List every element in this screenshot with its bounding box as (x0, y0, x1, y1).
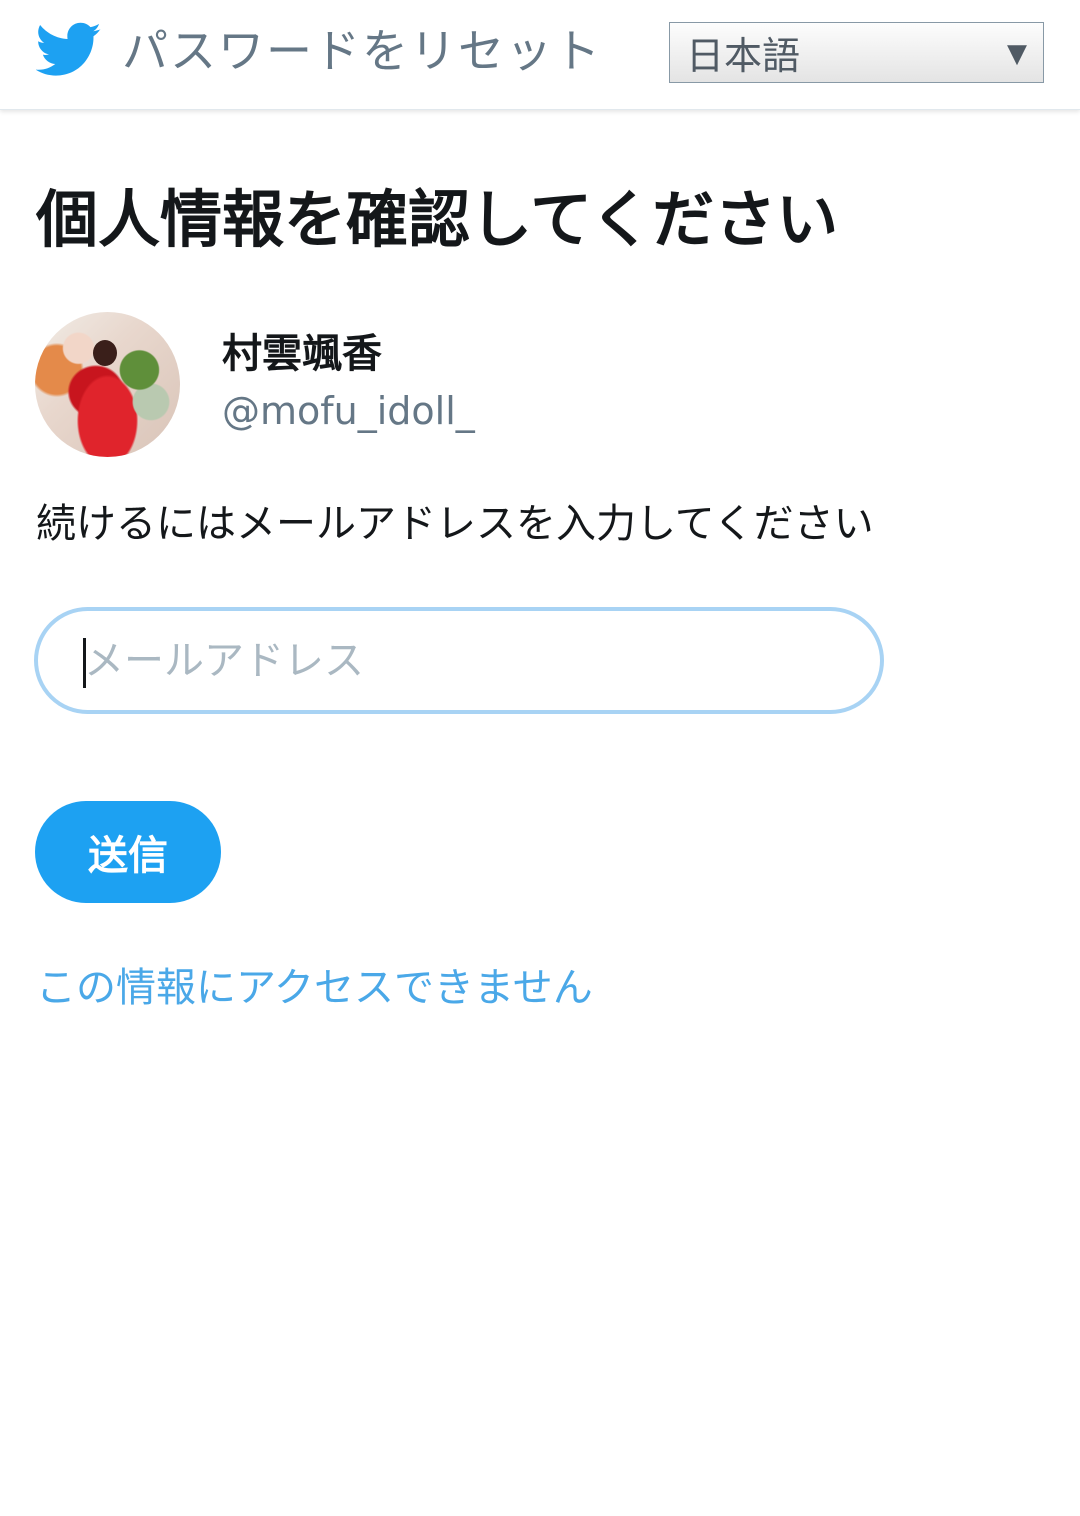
text-cursor (83, 638, 86, 688)
verify-info-heading: 個人情報を確認してください (36, 183, 839, 256)
top-header: パスワードをリセット 日本語 ▼ (0, 0, 1080, 110)
chevron-down-icon: ▼ (1007, 39, 1027, 69)
email-field[interactable] (34, 607, 884, 714)
language-select-value: 日本語 (686, 34, 801, 78)
language-select[interactable]: 日本語 ▼ (669, 22, 1044, 83)
cant-access-link[interactable]: この情報にアクセスできません (36, 962, 593, 1014)
account-handle: @mofu_idoll_ (222, 389, 475, 433)
account-display-name: 村雲颯香 (222, 331, 382, 377)
instruction-text: 続けるにはメールアドレスを入力してください (36, 501, 874, 547)
password-reset-page: パスワードをリセット 日本語 ▼ 個人情報を確認してください 村雲颯香 @mof… (0, 0, 1080, 1516)
twitter-bird-icon[interactable] (36, 22, 102, 78)
submit-button[interactable]: 送信 (35, 801, 221, 903)
user-avatar (35, 312, 180, 457)
page-title: パスワードをリセット (122, 24, 602, 78)
avatar-photo-detail (93, 340, 117, 366)
